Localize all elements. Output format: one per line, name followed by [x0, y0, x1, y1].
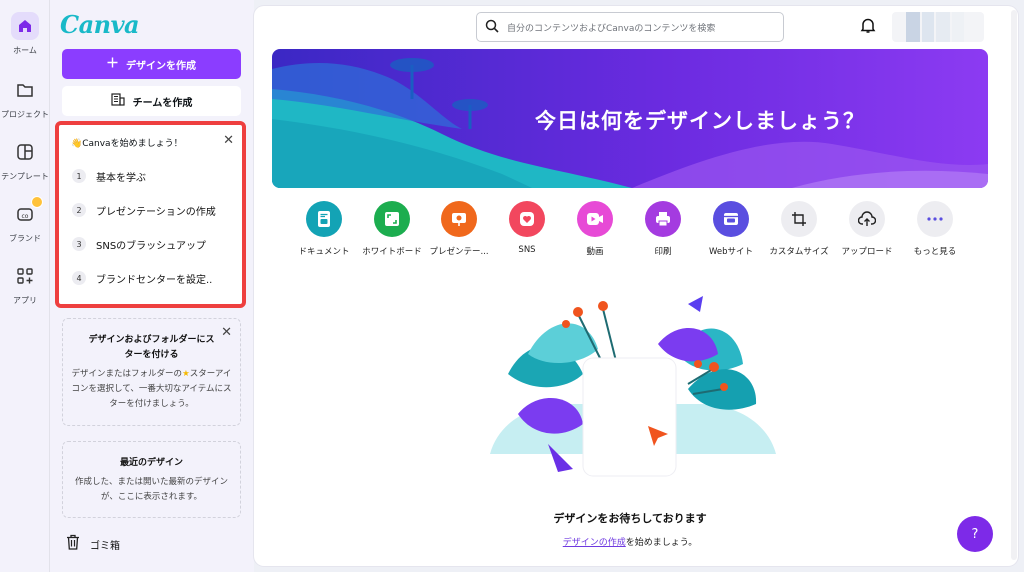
category-label: 動画: [586, 247, 604, 257]
create-design-label: デザインを作成: [126, 60, 196, 72]
hero-banner: 今日は何をデザインしましょう？: [272, 49, 988, 188]
category-sns[interactable]: SNS: [492, 201, 562, 255]
website-icon: [713, 201, 749, 237]
category-custom-size[interactable]: カスタムサイズ: [764, 201, 834, 257]
trash-label: ゴミ箱: [90, 540, 120, 552]
create-team-label: チームを作成: [132, 97, 193, 109]
empty-state-illustration: [490, 296, 776, 477]
crown-badge-icon: [31, 196, 43, 208]
custom-size-icon: [781, 201, 817, 237]
scrollbar[interactable]: [1011, 10, 1017, 560]
apps-icon: [11, 262, 39, 290]
onboarding-step[interactable]: 2 プレゼンテーションの作成: [72, 200, 216, 220]
account-avatar[interactable]: [892, 12, 984, 42]
category-label: ホワイトボード: [362, 247, 422, 257]
onboarding-step[interactable]: 3 SNSのブラッシュアップ: [72, 234, 206, 254]
rail-label: ブランド: [9, 234, 41, 243]
rail-item-brand[interactable]: co ブランド: [0, 196, 50, 244]
category-presentation[interactable]: プレゼンテー...: [424, 201, 494, 257]
wave-hand-icon: 👋: [71, 139, 83, 149]
category-label: 印刷: [654, 247, 672, 257]
star-tip-card: ✕ デザインおよびフォルダーにス ターを付ける デザインまたはフォルダーの★スタ…: [62, 318, 241, 426]
star-tip-body: デザインまたはフォルダーの★スターアイ コンを選択して、一番大切なアイテムにス …: [71, 369, 232, 409]
star-icon: ★: [182, 369, 190, 379]
video-icon: [577, 201, 613, 237]
print-icon: [645, 201, 681, 237]
star-tip-title-line2: ターを付ける: [124, 350, 179, 360]
more-icon: [917, 201, 953, 237]
category-video[interactable]: 動画: [560, 201, 630, 257]
rail-label: プロジェクト: [1, 110, 49, 119]
home-icon: [11, 12, 39, 40]
building-icon: [111, 93, 125, 109]
category-label: カスタムサイズ: [769, 247, 829, 257]
step-number: 2: [72, 203, 86, 217]
onboarding-step[interactable]: 4 ブランドセンターを設定..: [72, 268, 212, 288]
category-label: アップロード: [841, 247, 893, 257]
close-icon[interactable]: ✕: [223, 133, 234, 148]
category-label: SNS: [518, 245, 536, 255]
rail-label: アプリ: [13, 296, 37, 305]
create-design-button[interactable]: デザインを作成: [62, 49, 241, 79]
search-input[interactable]: 自分のコンテンツおよびCanvaのコンテンツを検索: [476, 12, 784, 42]
step-number: 4: [72, 271, 86, 285]
step-label: SNSのブラッシュアップ: [96, 240, 206, 252]
document-icon: [306, 201, 342, 237]
presentation-icon: [441, 201, 477, 237]
hero-title: 今日は何をデザインしましょう？: [535, 109, 865, 133]
svg-text:co: co: [22, 213, 29, 220]
onboarding-step[interactable]: 1 基本を学ぶ: [72, 166, 146, 186]
category-website[interactable]: Webサイト: [696, 201, 766, 257]
rail-item-apps[interactable]: アプリ: [0, 262, 50, 306]
category-whiteboard[interactable]: ホワイトボード: [357, 201, 427, 257]
rail-item-templates[interactable]: テンプレート: [0, 138, 50, 182]
step-number: 3: [72, 237, 86, 251]
heart-icon: [509, 201, 545, 237]
rail-label: テンプレート: [1, 172, 49, 181]
step-number: 1: [72, 169, 86, 183]
close-icon[interactable]: ✕: [221, 325, 232, 340]
bell-icon[interactable]: [860, 17, 876, 38]
onboarding-checklist: 👋Canvaを始めましょう！ ✕ 1 基本を学ぶ 2 プレゼンテーションの作成 …: [55, 121, 246, 308]
recent-designs-title: 最近のデザイン: [119, 458, 183, 468]
canva-logo[interactable]: Canva: [60, 10, 140, 39]
category-document[interactable]: ドキュメント: [289, 201, 359, 257]
empty-state-title: デザインをお待ちしております: [553, 512, 707, 525]
trash-icon: [66, 534, 80, 554]
recent-designs-body: 作成した、または開いた最新のデザイン が、ここに表示されます。: [74, 477, 228, 502]
category-label: ドキュメント: [298, 247, 350, 257]
rail-item-home[interactable]: ホーム: [0, 12, 50, 56]
category-print[interactable]: 印刷: [628, 201, 698, 257]
rail-item-projects[interactable]: プロジェクト: [0, 76, 50, 120]
step-label: 基本を学ぶ: [96, 172, 146, 184]
empty-state-suffix: を始めましょう。: [625, 538, 698, 548]
category-label: Webサイト: [708, 247, 754, 257]
create-design-link[interactable]: デザインの作成: [563, 538, 626, 548]
category-label: プレゼンテー...: [429, 247, 489, 257]
step-label: プレゼンテーションの作成: [96, 206, 216, 218]
category-label: もっと見る: [913, 247, 957, 257]
search-placeholder: 自分のコンテンツおよびCanvaのコンテンツを検索: [507, 23, 716, 34]
empty-state-subtitle: デザインの作成を始めましょう。: [272, 535, 988, 548]
upload-icon: [849, 201, 885, 237]
help-button[interactable]: ?: [957, 516, 993, 552]
recent-designs-card: 最近のデザイン 作成した、または開いた最新のデザイン が、ここに表示されます。: [62, 441, 241, 518]
create-team-button[interactable]: チームを作成: [62, 86, 241, 116]
category-more[interactable]: もっと見る: [900, 201, 970, 257]
step-label: ブランドセンターを設定..: [96, 274, 213, 286]
category-upload[interactable]: アップロード: [832, 201, 902, 257]
brand-icon: co: [11, 196, 43, 228]
rail-label: ホーム: [13, 46, 37, 55]
onboarding-title: 👋Canvaを始めましょう！: [71, 139, 183, 149]
trash-link[interactable]: ゴミ箱: [66, 534, 120, 554]
plus-icon: [107, 57, 118, 71]
whiteboard-icon: [374, 201, 410, 237]
star-tip-title-line1: デザインおよびフォルダーにス: [88, 335, 215, 345]
template-icon: [11, 138, 39, 166]
folder-icon: [11, 76, 39, 104]
search-icon: [485, 18, 499, 37]
